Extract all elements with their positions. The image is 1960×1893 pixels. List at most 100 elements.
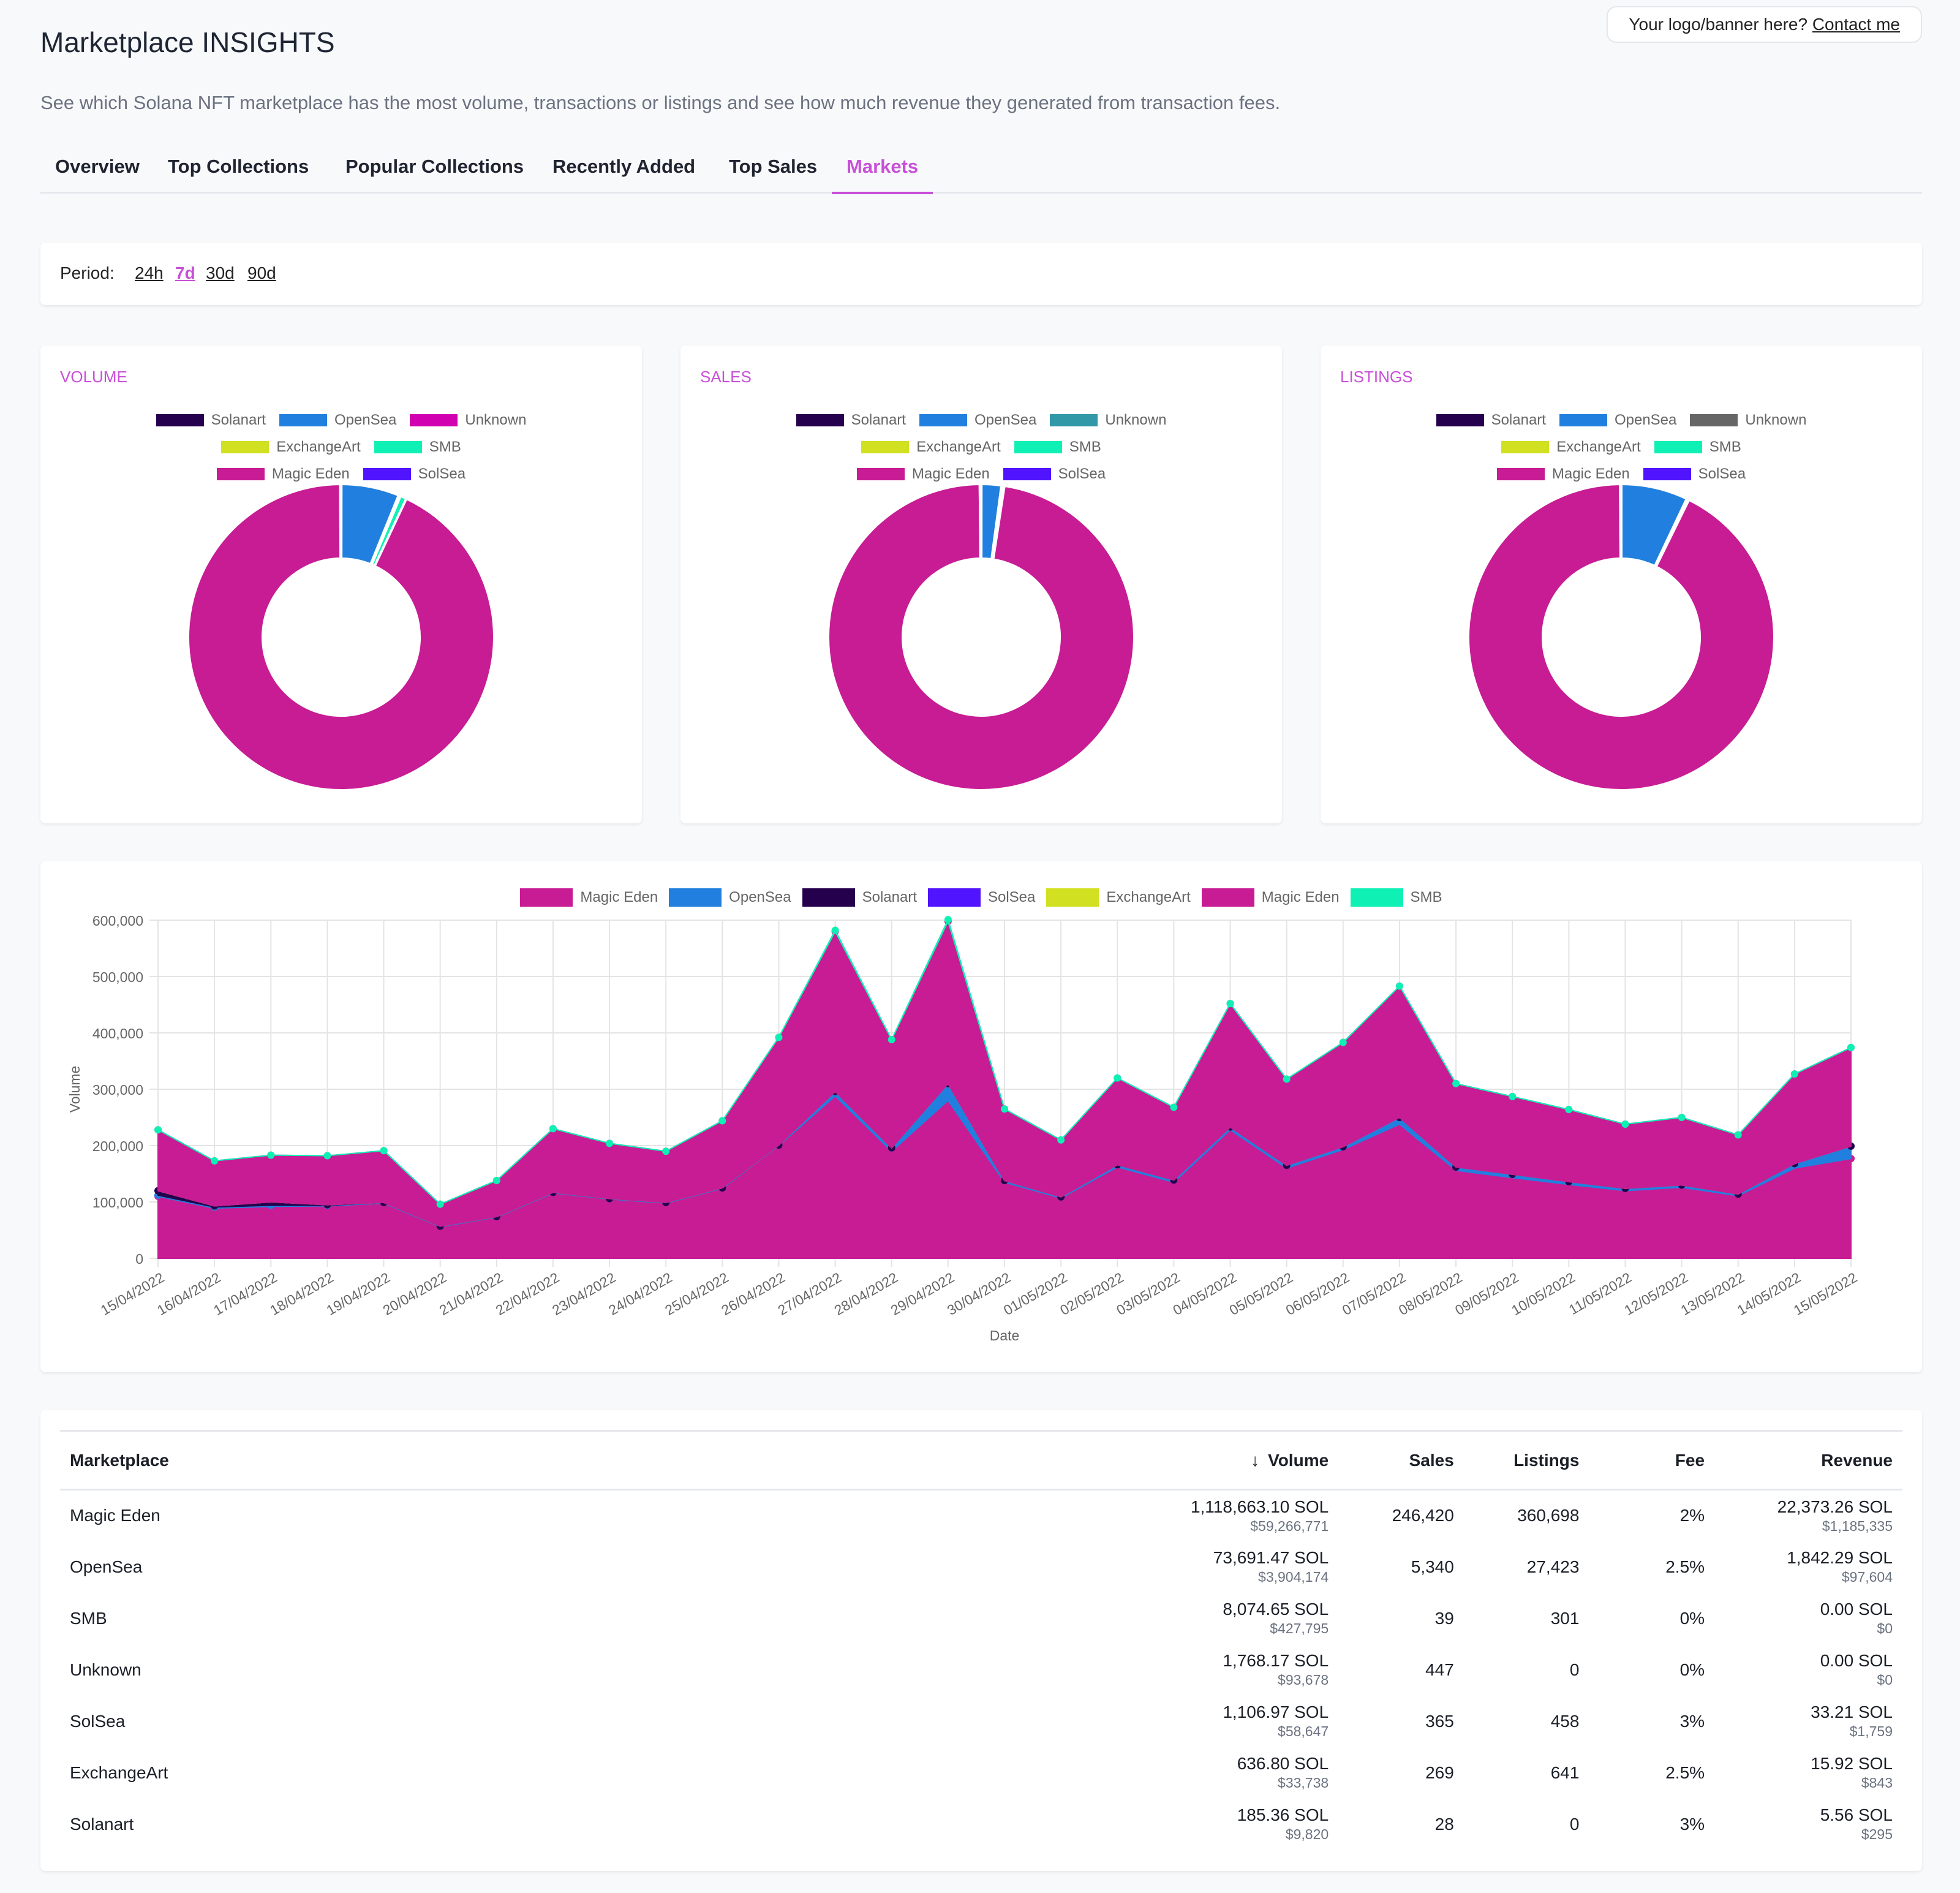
x-tick-label: 06/05/2022 bbox=[1283, 1269, 1352, 1318]
revenue-usd: $0 bbox=[1877, 1672, 1893, 1688]
legend-label: ExchangeArt bbox=[1556, 439, 1641, 455]
data-point[interactable] bbox=[1847, 1043, 1855, 1051]
legend-swatch bbox=[279, 414, 327, 426]
data-point[interactable] bbox=[888, 1036, 895, 1044]
table-row[interactable]: Solanart 185.36 SOL $9,820 28 0 3% 5.56 SOL $29… bbox=[60, 1799, 1902, 1850]
data-point[interactable] bbox=[944, 916, 952, 924]
legend-item[interactable]: ExchangeArt bbox=[1501, 439, 1641, 456]
x-tick-label: 03/05/2022 bbox=[1114, 1269, 1183, 1318]
table-row[interactable]: Unknown 1,768.17 SOL $93,678 447 0 0% 0.00 SOL… bbox=[60, 1644, 1902, 1696]
legend-item[interactable]: OpenSea bbox=[919, 412, 1036, 429]
col-volume[interactable]: ↓ Volume bbox=[1125, 1431, 1338, 1490]
data-point[interactable] bbox=[1170, 1103, 1178, 1111]
revenue-usd: $0 bbox=[1877, 1620, 1893, 1636]
revenue-sol: 33.21 SOL bbox=[1811, 1702, 1893, 1721]
data-point[interactable] bbox=[1226, 1000, 1234, 1008]
legend-item[interactable]: Solanart bbox=[156, 412, 266, 429]
data-point[interactable] bbox=[1565, 1106, 1573, 1114]
legend-item[interactable]: SMB bbox=[374, 439, 461, 456]
tab-markets[interactable]: Markets bbox=[832, 156, 933, 194]
table-row[interactable]: SolSea 1,106.97 SOL $58,647 365 458 3% 33.21 S… bbox=[60, 1696, 1902, 1747]
table-row[interactable]: OpenSea 73,691.47 SOL $3,904,174 5,340 27,42… bbox=[60, 1541, 1902, 1593]
data-point[interactable] bbox=[436, 1200, 444, 1208]
data-point[interactable] bbox=[1678, 1114, 1686, 1121]
data-point[interactable] bbox=[1621, 1120, 1629, 1128]
col-listings[interactable]: Listings bbox=[1464, 1431, 1589, 1490]
legend-item[interactable]: ExchangeArt bbox=[861, 439, 1001, 456]
legend-item[interactable]: SMB bbox=[1014, 439, 1101, 456]
col-sales[interactable]: Sales bbox=[1338, 1431, 1464, 1490]
sales-cell: 28 bbox=[1434, 1814, 1454, 1834]
legend-swatch bbox=[856, 468, 905, 480]
period-24h[interactable]: 24h bbox=[135, 263, 164, 283]
x-tick-label: 29/04/2022 bbox=[888, 1269, 957, 1318]
period-90d[interactable]: 90d bbox=[247, 263, 276, 283]
table-row[interactable]: ExchangeArt 636.80 SOL $33,738 269 641 2.5% 15… bbox=[60, 1747, 1902, 1799]
tab-top-sales[interactable]: Top Sales bbox=[714, 156, 832, 192]
data-point[interactable] bbox=[380, 1147, 388, 1155]
revenue-cell: 33.21 SOL $1,759 bbox=[1714, 1696, 1902, 1747]
table-row[interactable]: SMB 8,074.65 SOL $427,795 39 301 0% 0.00 SOL $0 bbox=[60, 1593, 1902, 1644]
data-point[interactable] bbox=[1339, 1038, 1347, 1046]
data-point[interactable] bbox=[154, 1126, 162, 1134]
data-point[interactable] bbox=[1057, 1136, 1065, 1144]
donut-slice-solsea[interactable] bbox=[978, 482, 982, 561]
data-point[interactable] bbox=[211, 1157, 219, 1165]
x-tick-label: 13/05/2022 bbox=[1678, 1269, 1747, 1318]
data-point[interactable] bbox=[1509, 1092, 1517, 1100]
tab-popular-collections[interactable]: Popular Collections bbox=[331, 156, 538, 192]
legend-label: Solanart bbox=[851, 412, 906, 428]
data-point[interactable] bbox=[1283, 1075, 1291, 1083]
data-point[interactable] bbox=[1452, 1079, 1460, 1087]
x-tick-label: 12/05/2022 bbox=[1621, 1269, 1691, 1318]
data-point[interactable] bbox=[1395, 982, 1403, 990]
legend-row: Solanart OpenSea Unknown bbox=[40, 407, 642, 434]
tab-overview[interactable]: Overview bbox=[40, 156, 154, 192]
legend-label: Unknown bbox=[465, 412, 527, 428]
legend-swatch bbox=[1050, 414, 1098, 426]
data-point[interactable] bbox=[323, 1152, 331, 1160]
data-point[interactable] bbox=[492, 1177, 500, 1185]
legend-item[interactable]: OpenSea bbox=[1559, 412, 1676, 429]
legend-swatch bbox=[1690, 414, 1738, 426]
period-7d[interactable]: 7d bbox=[175, 263, 195, 283]
tab-top-collections[interactable]: Top Collections bbox=[153, 156, 323, 192]
data-point[interactable] bbox=[662, 1147, 670, 1155]
table-row[interactable]: Magic Eden 1,118,663.10 SOL $59,266,771 246… bbox=[60, 1490, 1902, 1541]
col-fee[interactable]: Fee bbox=[1589, 1431, 1714, 1490]
x-tick-label: 24/04/2022 bbox=[606, 1269, 675, 1318]
donut-slice-solsea[interactable] bbox=[1619, 482, 1623, 561]
x-tick-label: 23/04/2022 bbox=[549, 1269, 619, 1318]
legend-item[interactable]: OpenSea bbox=[279, 412, 396, 429]
data-point[interactable] bbox=[1734, 1131, 1742, 1139]
data-point[interactable] bbox=[267, 1151, 275, 1159]
data-point[interactable] bbox=[1790, 1070, 1798, 1078]
data-point[interactable] bbox=[831, 926, 839, 934]
sales-chart-title: SALES bbox=[700, 368, 752, 386]
revenue-cell: 22,373.26 SOL $1,185,335 bbox=[1714, 1490, 1902, 1541]
data-point[interactable] bbox=[1001, 1105, 1008, 1113]
data-point[interactable] bbox=[549, 1125, 557, 1133]
period-30d[interactable]: 30d bbox=[206, 263, 235, 283]
data-point[interactable] bbox=[606, 1139, 614, 1147]
legend-item[interactable]: ExchangeArt bbox=[221, 439, 361, 456]
legend-item[interactable]: Unknown bbox=[410, 412, 526, 429]
volume-history-chart: 0 100,000 200,000 300,000 400,000 500,000 600,… bbox=[67, 913, 1860, 1343]
col-revenue[interactable]: Revenue bbox=[1714, 1431, 1902, 1490]
marketplace-name: OpenSea bbox=[70, 1557, 143, 1576]
legend-item[interactable]: Solanart bbox=[796, 412, 906, 429]
legend-item[interactable]: SMB bbox=[1654, 439, 1741, 456]
data-point[interactable] bbox=[1114, 1074, 1121, 1082]
tab-recently-added[interactable]: Recently Added bbox=[538, 156, 710, 192]
legend-item[interactable]: Unknown bbox=[1050, 412, 1166, 429]
listings-cell: 0 bbox=[1569, 1814, 1580, 1834]
legend-item[interactable]: Solanart bbox=[1436, 412, 1546, 429]
x-tick-label: 15/05/2022 bbox=[1791, 1269, 1860, 1318]
sort-desc-icon: ↓ bbox=[1251, 1450, 1260, 1470]
contact-me-link[interactable]: Contact me bbox=[1812, 15, 1900, 34]
listings-cell: 301 bbox=[1550, 1608, 1580, 1628]
data-point[interactable] bbox=[775, 1033, 783, 1041]
col-marketplace[interactable]: Marketplace bbox=[60, 1431, 1125, 1490]
data-point[interactable] bbox=[718, 1117, 726, 1125]
legend-item[interactable]: Unknown bbox=[1690, 412, 1806, 429]
